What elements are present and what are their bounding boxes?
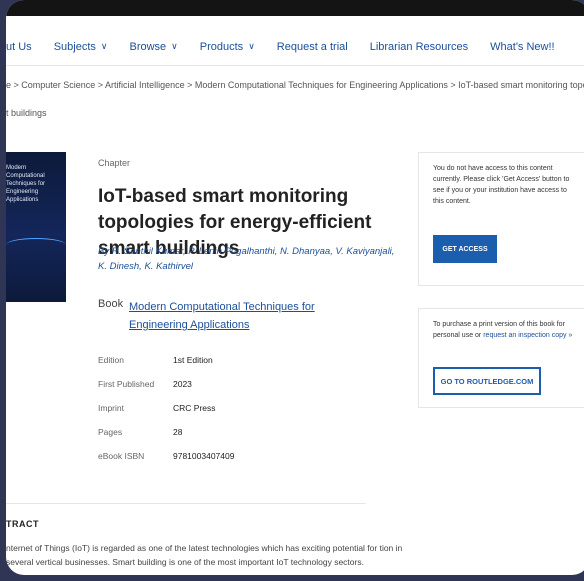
get-access-button[interactable]: GET ACCESS bbox=[433, 235, 497, 263]
metadata-row: First Published 2023 bbox=[98, 372, 234, 396]
inspection-copy-arrow: » bbox=[568, 332, 573, 339]
access-panel: You do not have access to this content c… bbox=[418, 152, 584, 286]
nav-item-librarian-resources[interactable]: Librarian Resources bbox=[370, 41, 468, 53]
go-to-routledge-button[interactable]: GO TO ROUTLEDGE.COM bbox=[433, 367, 541, 395]
nav-item-subjects[interactable]: Subjects ∨ bbox=[54, 41, 108, 53]
nav-item-products[interactable]: Products ∨ bbox=[200, 41, 255, 53]
access-message: You do not have access to this content c… bbox=[433, 165, 570, 205]
nav-item-request-trial[interactable]: Request a trial bbox=[277, 41, 348, 53]
nav-label: Librarian Resources bbox=[369, 40, 469, 53]
book-title-link[interactable]: Modern Computational Techniques for Engi… bbox=[129, 298, 369, 334]
content-type-label: Chapter bbox=[98, 158, 131, 168]
metadata-row: eBook ISBN 9781003407409 bbox=[98, 444, 234, 468]
nav-item-browse[interactable]: Browse ∨ bbox=[129, 41, 177, 53]
cover-wave-graphic bbox=[6, 238, 66, 252]
chevron-down-icon: ∨ bbox=[171, 41, 178, 51]
metadata-row: Imprint CRC Press bbox=[98, 396, 234, 420]
chevron-down-icon: ∨ bbox=[248, 41, 255, 51]
nav-item-whats-new[interactable]: What's New!! bbox=[490, 41, 554, 53]
abstract-text: nternet of Things (IoT) is regarded as o… bbox=[6, 543, 403, 567]
nav-label: What's New!! bbox=[490, 40, 555, 53]
metadata-value: 1st Edition bbox=[173, 355, 213, 365]
inspection-copy-link[interactable]: request an inspection copy bbox=[483, 332, 566, 339]
browser-frame: ut Us Subjects ∨ Browse ∨ Products ∨ Reques… bbox=[6, 0, 584, 575]
breadcrumb-continuation[interactable]: t buildings bbox=[6, 108, 47, 118]
window-top-bar bbox=[6, 0, 584, 16]
book-metadata: Edition 1st Edition First Published 2023 I… bbox=[98, 348, 234, 468]
breadcrumb[interactable]: e > Computer Science > Artificial Intell… bbox=[6, 79, 584, 92]
nav-label: Request a trial bbox=[276, 40, 348, 53]
book-prefix: Book bbox=[98, 298, 124, 310]
nav-item-about-us[interactable]: ut Us bbox=[6, 41, 32, 53]
main-nav: ut Us Subjects ∨ Browse ∨ Products ∨ Reques… bbox=[6, 28, 584, 66]
metadata-key: Edition bbox=[98, 355, 124, 365]
metadata-key: First Published bbox=[98, 379, 155, 389]
metadata-key: Imprint bbox=[98, 403, 124, 413]
divider bbox=[6, 503, 366, 504]
metadata-key: eBook ISBN bbox=[98, 451, 145, 461]
metadata-value: 2023 bbox=[173, 379, 192, 389]
book-cover-image[interactable]: Modern Computational Techniques for Engi… bbox=[6, 152, 66, 302]
nav-label: ut Us bbox=[6, 40, 32, 53]
metadata-key: Pages bbox=[98, 427, 123, 437]
nav-label: Products bbox=[199, 40, 244, 53]
metadata-value: 9781003407409 bbox=[173, 451, 235, 461]
chevron-down-icon: ∨ bbox=[100, 41, 108, 51]
chapter-authors[interactable]: By R. Senthil Kumar, P. Lenin Pugalhanth… bbox=[98, 244, 398, 274]
metadata-value: 28 bbox=[173, 427, 183, 437]
purchase-panel: To purchase a print version of this book… bbox=[418, 308, 584, 408]
metadata-row: Edition 1st Edition bbox=[98, 348, 234, 372]
metadata-value: CRC Press bbox=[173, 403, 216, 413]
nav-label: Browse bbox=[129, 40, 167, 53]
nav-label: Subjects bbox=[53, 40, 96, 53]
cover-title: Modern Computational Techniques for Engi… bbox=[6, 165, 46, 203]
purchase-message: To purchase a print version of this book… bbox=[433, 319, 579, 341]
metadata-row: Pages 28 bbox=[98, 420, 234, 444]
abstract-heading: TRACT bbox=[6, 519, 39, 529]
